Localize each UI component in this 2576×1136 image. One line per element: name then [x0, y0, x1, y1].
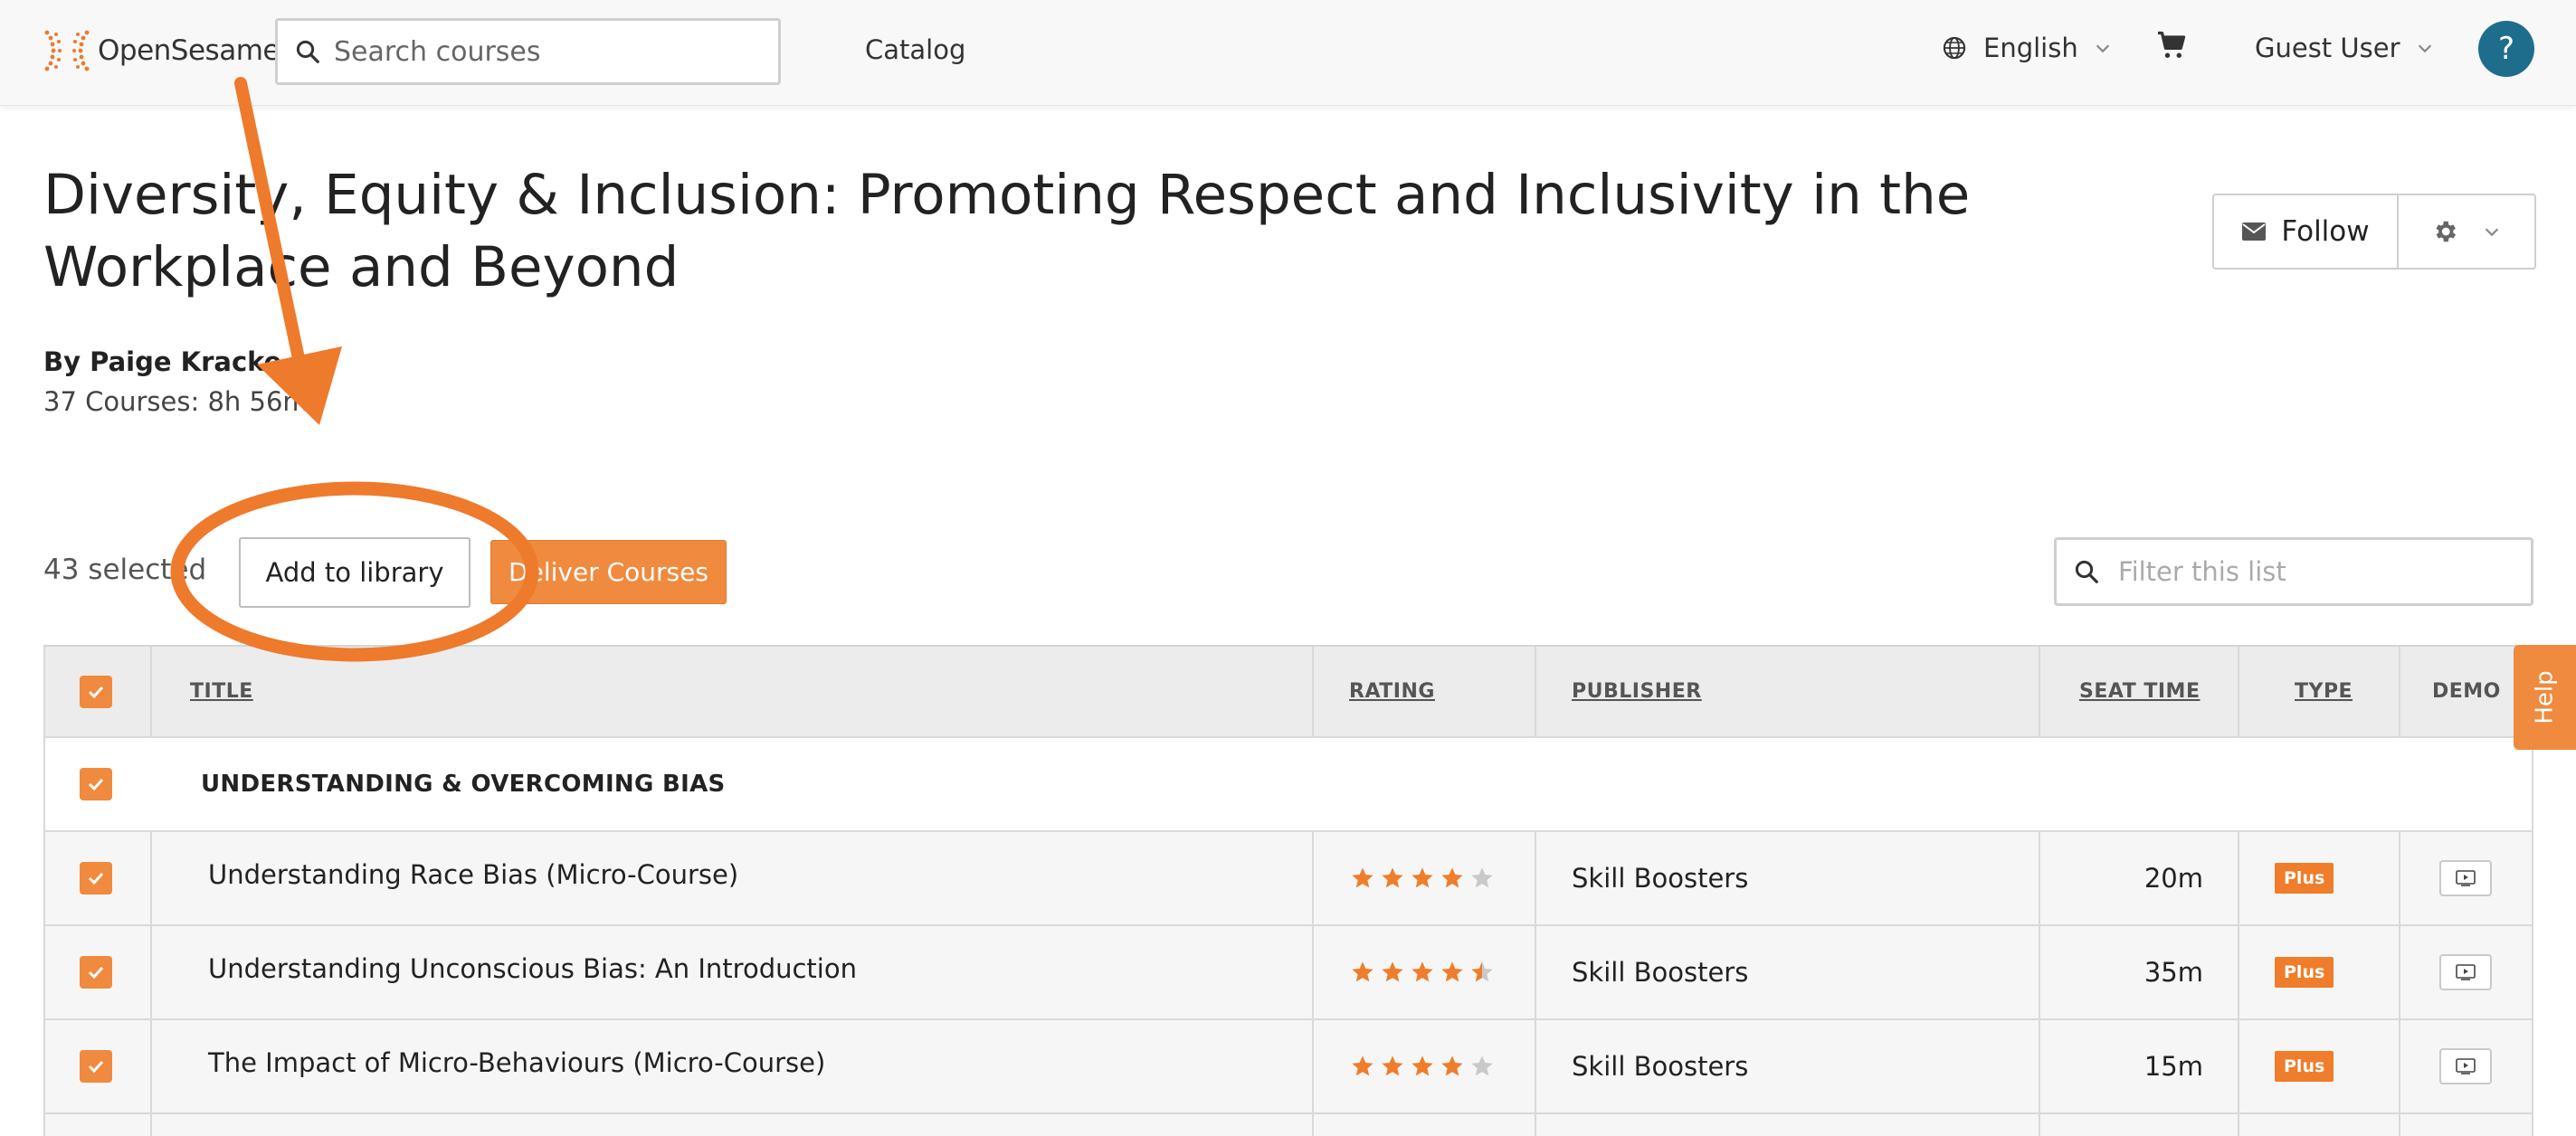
star-icon: [1382, 1056, 1403, 1076]
star-icon: [1471, 961, 1493, 982]
user-menu[interactable]: Guest User: [2255, 33, 2435, 63]
group-row: UNDERSTANDING & OVERCOMING BIAS: [43, 738, 2533, 832]
star-icon: [1471, 867, 1493, 888]
user-name: Guest User: [2255, 33, 2400, 63]
logo-text: OpenSesame: [98, 34, 280, 67]
column-header-type[interactable]: TYPE: [2295, 647, 2353, 736]
check-icon: [88, 686, 104, 698]
star-rating: [1350, 1054, 1495, 1079]
seat-time: 35m: [2143, 957, 2203, 988]
type-badge: Plus: [2275, 1051, 2334, 1082]
seat-time: 20m: [2143, 863, 2203, 894]
filter-list[interactable]: [2054, 537, 2533, 606]
star-icon: [1352, 961, 1374, 982]
star-rating: [1350, 866, 1495, 891]
course-search[interactable]: [275, 18, 781, 85]
star-rating: [1350, 960, 1495, 985]
play-icon: [2456, 870, 2476, 886]
star-icon: [1441, 1056, 1463, 1076]
follow-button[interactable]: Follow: [2214, 195, 2399, 268]
course-table: TITLE RATING PUBLISHER SEAT TIME TYPE DE…: [43, 645, 2533, 1136]
star-icon: [1352, 867, 1374, 888]
course-title[interactable]: Understanding Unconscious Bias: An Intro…: [208, 923, 857, 1015]
table-row[interactable]: Understanding Unconscious Bias: An Intro…: [43, 926, 2533, 1020]
group-title: UNDERSTANDING & OVERCOMING BIAS: [201, 771, 726, 798]
column-header-seat-time[interactable]: SEAT TIME: [2079, 647, 2200, 736]
help-button[interactable]: ?: [2478, 21, 2534, 77]
mail-icon: [2242, 222, 2267, 241]
publisher-name: Skill Boosters: [1572, 957, 1749, 988]
chevron-down-icon: [2418, 44, 2431, 53]
help-tab-label: Help: [2531, 670, 2559, 724]
star-icon: [1441, 961, 1463, 982]
publisher-name: Skill Boosters: [1572, 863, 1749, 894]
table-header-row: TITLE RATING PUBLISHER SEAT TIME TYPE DE…: [43, 647, 2533, 738]
gear-icon: [2436, 221, 2456, 242]
table-row: [43, 1114, 2533, 1136]
cart-icon[interactable]: [2155, 29, 2188, 62]
table-row[interactable]: The Impact of Micro-Behaviours (Micro-Co…: [43, 1020, 2533, 1114]
author-byline: By Paige Kracke: [43, 346, 282, 377]
play-icon: [2456, 1058, 2476, 1074]
check-icon: [88, 1060, 104, 1074]
column-header-rating[interactable]: RATING: [1349, 647, 1435, 736]
add-to-library-button[interactable]: Add to library: [239, 537, 471, 608]
deliver-courses-button[interactable]: Deliver Courses: [490, 540, 727, 604]
demo-button[interactable]: [2439, 860, 2492, 896]
language-label: English: [1983, 33, 2078, 63]
column-header-publisher[interactable]: PUBLISHER: [1572, 647, 1702, 736]
star-icon: [1382, 961, 1403, 982]
collection-meta: 37 Courses: 8h 56m: [43, 386, 309, 417]
select-all-checkbox[interactable]: [80, 675, 112, 708]
chevron-down-icon: [2096, 44, 2109, 53]
demo-button[interactable]: [2439, 954, 2492, 990]
settings-dropdown-button[interactable]: [2399, 195, 2534, 268]
publisher-name: Skill Boosters: [1572, 1051, 1749, 1082]
course-title[interactable]: The Impact of Micro-Behaviours (Micro-Co…: [208, 1017, 825, 1109]
column-header-demo: DEMO: [2432, 680, 2501, 703]
type-badge: Plus: [2275, 957, 2334, 988]
column-header-title[interactable]: TITLE: [190, 647, 253, 736]
play-icon: [2456, 964, 2476, 980]
seat-time: 15m: [2143, 1051, 2203, 1082]
row-checkbox[interactable]: [80, 956, 112, 989]
chevron-down-icon: [2485, 228, 2499, 237]
search-icon: [2075, 560, 2098, 583]
select-all-cell: [80, 647, 112, 736]
table-row[interactable]: Understanding Race Bias (Micro-Course) S…: [43, 832, 2533, 926]
star-icon: [1382, 867, 1403, 888]
course-title[interactable]: Understanding Race Bias (Micro-Course): [208, 828, 738, 921]
check-icon: [88, 872, 104, 885]
language-selector[interactable]: English: [1942, 33, 2113, 63]
star-icon: [1412, 867, 1433, 888]
star-icon: [1352, 1056, 1374, 1076]
opensesame-logo[interactable]: OpenSesame: [42, 25, 280, 76]
globe-icon: [1943, 36, 1966, 60]
search-icon: [296, 40, 319, 63]
row-checkbox[interactable]: [80, 1050, 112, 1083]
opensesame-logo-icon: [44, 30, 90, 71]
star-icon: [1441, 867, 1463, 888]
demo-button[interactable]: [2439, 1048, 2492, 1084]
help-side-tab[interactable]: Help: [2514, 645, 2576, 750]
selected-count: 43 selected: [43, 554, 207, 586]
star-icon: [1471, 1056, 1493, 1076]
star-icon: [1412, 961, 1433, 982]
row-checkbox[interactable]: [80, 862, 112, 895]
check-icon: [88, 778, 104, 791]
page-title: Diversity, Equity & Inclusion: Promoting…: [43, 163, 1971, 299]
check-icon: [88, 966, 104, 980]
star-icon: [1412, 1056, 1433, 1076]
follow-button-group: Follow: [2212, 194, 2536, 270]
type-badge: Plus: [2275, 863, 2334, 894]
search-input[interactable]: [334, 35, 759, 68]
filter-input[interactable]: [2118, 556, 2516, 587]
group-checkbox[interactable]: [80, 768, 112, 800]
follow-label: Follow: [2281, 215, 2370, 248]
top-navigation-bar: OpenSesame Catalog English Guest User ?: [0, 0, 2576, 106]
nav-catalog-link[interactable]: Catalog: [865, 34, 965, 65]
